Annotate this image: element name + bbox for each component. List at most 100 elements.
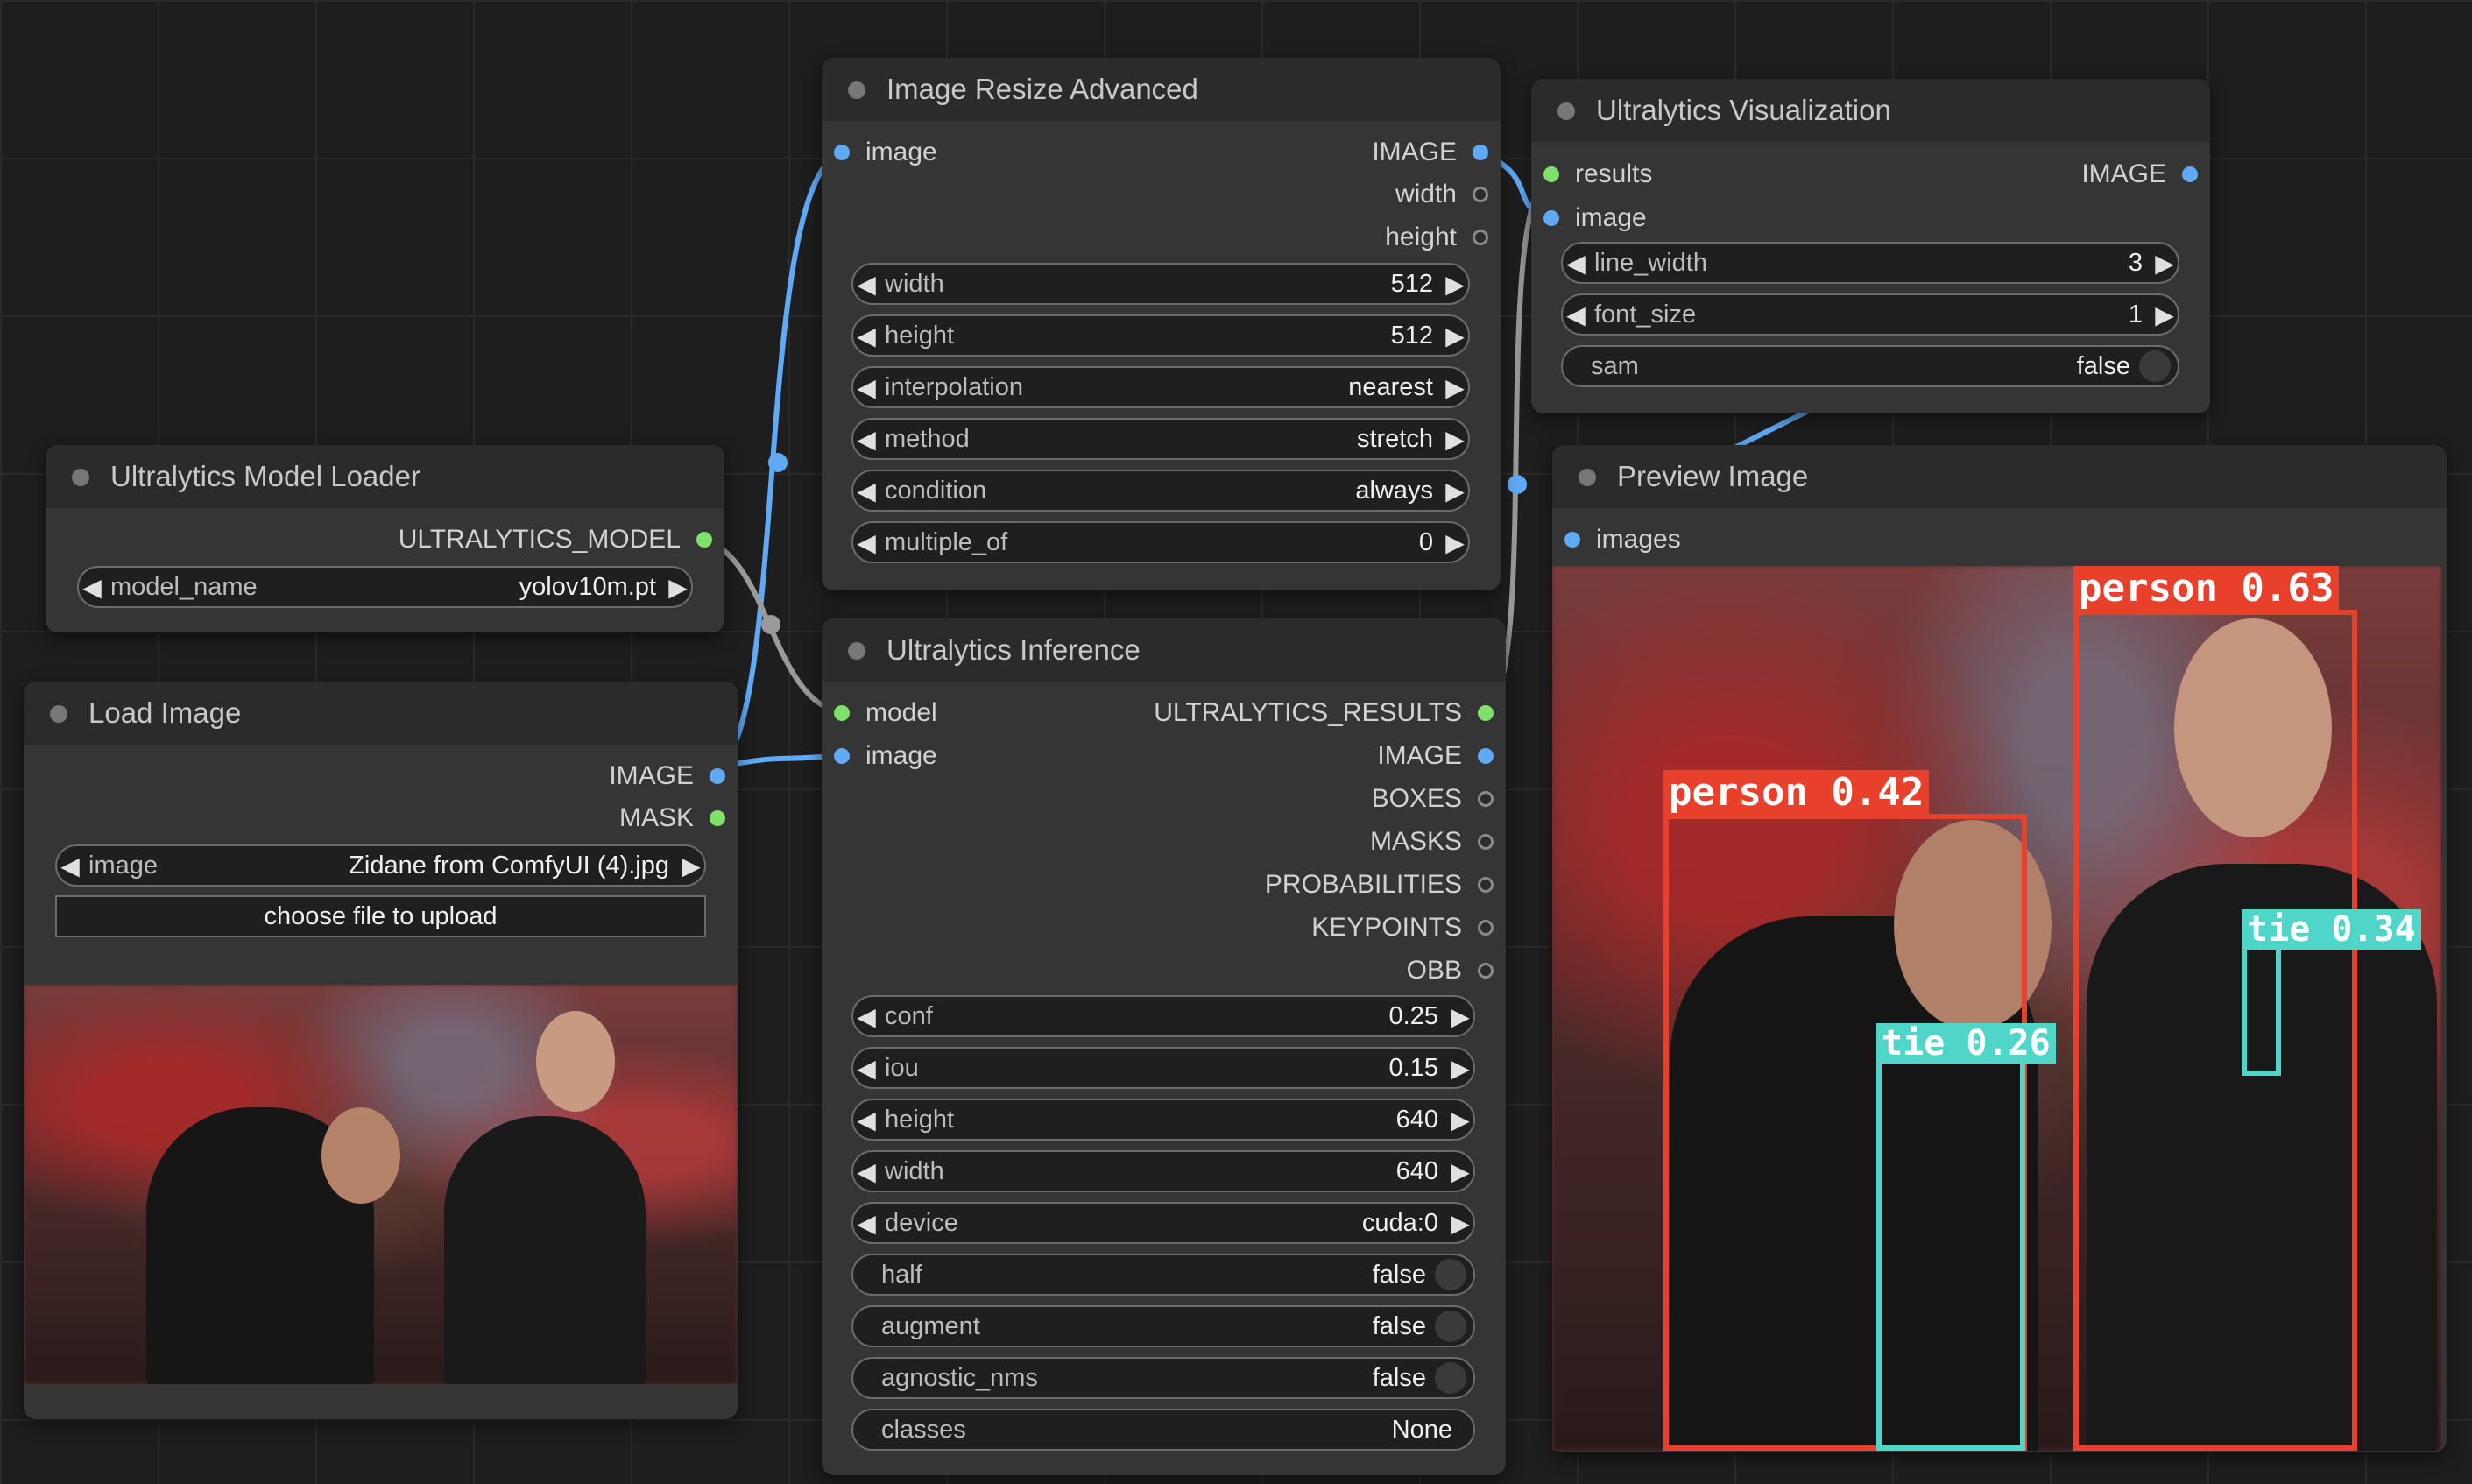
- collapse-dot-icon[interactable]: [848, 642, 865, 660]
- output-boxes[interactable]: BOXES: [1372, 781, 1506, 816]
- interpolation-combo[interactable]: ◀ interpolation nearest ▶: [851, 366, 1470, 408]
- increment-arrow-icon[interactable]: ▶: [1442, 477, 1468, 505]
- output-mask[interactable]: MASK: [619, 801, 738, 836]
- input-dot-icon[interactable]: [1543, 166, 1559, 182]
- toggle-knob-icon[interactable]: [1435, 1259, 1466, 1290]
- collapse-dot-icon[interactable]: [1557, 102, 1575, 120]
- line-width-number-widget[interactable]: ◀ line_width 3 ▶: [1561, 242, 2179, 284]
- output-dot-icon[interactable]: [710, 768, 725, 784]
- input-model[interactable]: model: [822, 696, 937, 731]
- output-dot-icon[interactable]: [1478, 963, 1494, 979]
- output-masks[interactable]: MASKS: [1370, 824, 1506, 859]
- toggle-knob-icon[interactable]: [2139, 350, 2171, 382]
- output-dot-icon[interactable]: [710, 810, 725, 826]
- output-dot-icon[interactable]: [1478, 834, 1494, 850]
- increment-arrow-icon[interactable]: ▶: [1447, 1106, 1473, 1134]
- decrement-arrow-icon[interactable]: ◀: [853, 1054, 879, 1083]
- decrement-arrow-icon[interactable]: ◀: [853, 425, 879, 454]
- increment-arrow-icon[interactable]: ▶: [678, 852, 704, 880]
- output-dot-icon[interactable]: [696, 532, 712, 548]
- increment-arrow-icon[interactable]: ▶: [1447, 1157, 1473, 1186]
- input-image[interactable]: image: [822, 738, 937, 774]
- half-toggle[interactable]: half false: [851, 1254, 1475, 1296]
- increment-arrow-icon[interactable]: ▶: [1447, 1054, 1473, 1083]
- device-combo[interactable]: ◀ device cuda:0 ▶: [851, 1202, 1475, 1244]
- output-ultralytics-model[interactable]: ULTRALYTICS_MODEL: [399, 522, 724, 557]
- output-width[interactable]: width: [1395, 177, 1501, 212]
- input-dot-icon[interactable]: [834, 748, 850, 764]
- increment-arrow-icon[interactable]: ▶: [1442, 322, 1468, 350]
- increment-arrow-icon[interactable]: ▶: [665, 573, 691, 602]
- multiple-of-number-widget[interactable]: ◀ multiple_of 0 ▶: [851, 521, 1470, 563]
- height-number-widget[interactable]: ◀ height 512 ▶: [851, 314, 1470, 357]
- toggle-knob-icon[interactable]: [1435, 1362, 1466, 1394]
- font-size-number-widget[interactable]: ◀ font_size 1 ▶: [1561, 293, 2179, 336]
- increment-arrow-icon[interactable]: ▶: [2151, 249, 2178, 278]
- output-image[interactable]: IMAGE: [1372, 135, 1501, 170]
- decrement-arrow-icon[interactable]: ◀: [853, 373, 879, 402]
- increment-arrow-icon[interactable]: ▶: [1447, 1002, 1473, 1031]
- node-title[interactable]: Load Image: [24, 682, 738, 745]
- increment-arrow-icon[interactable]: ▶: [1442, 270, 1468, 299]
- output-image[interactable]: IMAGE: [609, 759, 738, 794]
- output-dot-icon[interactable]: [1478, 791, 1494, 807]
- input-dot-icon[interactable]: [834, 705, 850, 721]
- output-dot-icon[interactable]: [1478, 705, 1494, 721]
- decrement-arrow-icon[interactable]: ◀: [1563, 249, 1589, 278]
- agnostic-nms-toggle[interactable]: agnostic_nms false: [851, 1357, 1475, 1399]
- output-obb[interactable]: OBB: [1407, 953, 1506, 988]
- output-dot-icon[interactable]: [1473, 230, 1488, 245]
- decrement-arrow-icon[interactable]: ◀: [79, 573, 105, 602]
- decrement-arrow-icon[interactable]: ◀: [853, 322, 879, 350]
- decrement-arrow-icon[interactable]: ◀: [853, 1002, 879, 1031]
- decrement-arrow-icon[interactable]: ◀: [853, 477, 879, 505]
- node-title[interactable]: Ultralytics Inference: [822, 618, 1506, 682]
- decrement-arrow-icon[interactable]: ◀: [853, 270, 879, 299]
- collapse-dot-icon[interactable]: [50, 705, 67, 723]
- increment-arrow-icon[interactable]: ▶: [1442, 373, 1468, 402]
- augment-toggle[interactable]: augment false: [851, 1305, 1475, 1347]
- node-preview-image[interactable]: Preview Image images person 0.63 person …: [1552, 445, 2447, 1452]
- collapse-dot-icon[interactable]: [848, 81, 865, 99]
- width-number-widget[interactable]: ◀ width 512 ▶: [851, 263, 1470, 305]
- output-dot-icon[interactable]: [2182, 166, 2198, 182]
- decrement-arrow-icon[interactable]: ◀: [853, 528, 879, 557]
- node-title[interactable]: Preview Image: [1552, 445, 2447, 508]
- node-load-image[interactable]: Load Image IMAGE MASK ◀ image Zidane fro…: [24, 682, 738, 1419]
- input-images[interactable]: images: [1552, 522, 1681, 557]
- input-image[interactable]: image: [1531, 201, 1647, 236]
- input-dot-icon[interactable]: [1564, 532, 1580, 548]
- input-image[interactable]: image: [822, 135, 937, 170]
- node-title[interactable]: Image Resize Advanced: [822, 58, 1501, 121]
- iou-number-widget[interactable]: ◀ iou 0.15 ▶: [851, 1047, 1475, 1089]
- increment-arrow-icon[interactable]: ▶: [1442, 425, 1468, 454]
- node-title[interactable]: Ultralytics Model Loader: [46, 445, 724, 508]
- decrement-arrow-icon[interactable]: ◀: [853, 1157, 879, 1186]
- decrement-arrow-icon[interactable]: ◀: [853, 1106, 879, 1134]
- output-ultralytics-results[interactable]: ULTRALYTICS_RESULTS: [1154, 696, 1506, 731]
- model-name-combo[interactable]: ◀ model_name yolov10m.pt ▶: [77, 566, 693, 608]
- output-image[interactable]: IMAGE: [1377, 738, 1506, 774]
- output-height[interactable]: height: [1385, 220, 1501, 255]
- condition-combo[interactable]: ◀ condition always ▶: [851, 470, 1470, 512]
- output-dot-icon[interactable]: [1473, 145, 1488, 160]
- increment-arrow-icon[interactable]: ▶: [1442, 528, 1468, 557]
- node-ultralytics-inference[interactable]: Ultralytics Inference model image ULTRAL…: [822, 618, 1506, 1475]
- conf-number-widget[interactable]: ◀ conf 0.25 ▶: [851, 995, 1475, 1037]
- input-dot-icon[interactable]: [834, 145, 850, 160]
- output-image[interactable]: IMAGE: [2081, 157, 2210, 192]
- decrement-arrow-icon[interactable]: ◀: [853, 1209, 879, 1238]
- output-dot-icon[interactable]: [1478, 748, 1494, 764]
- output-dot-icon[interactable]: [1478, 920, 1494, 936]
- input-dot-icon[interactable]: [1543, 210, 1559, 226]
- toggle-knob-icon[interactable]: [1435, 1311, 1466, 1342]
- image-file-combo[interactable]: ◀ image Zidane from ComfyUI (4).jpg ▶: [55, 844, 706, 887]
- node-model-loader[interactable]: Ultralytics Model Loader ULTRALYTICS_MOD…: [46, 445, 724, 632]
- output-dot-icon[interactable]: [1473, 187, 1488, 202]
- width-number-widget[interactable]: ◀ width 640 ▶: [851, 1150, 1475, 1192]
- output-keypoints[interactable]: KEYPOINTS: [1311, 910, 1506, 945]
- decrement-arrow-icon[interactable]: ◀: [1563, 300, 1589, 329]
- input-results[interactable]: results: [1531, 157, 1652, 192]
- increment-arrow-icon[interactable]: ▶: [2151, 300, 2178, 329]
- choose-file-button[interactable]: choose file to upload: [55, 895, 706, 937]
